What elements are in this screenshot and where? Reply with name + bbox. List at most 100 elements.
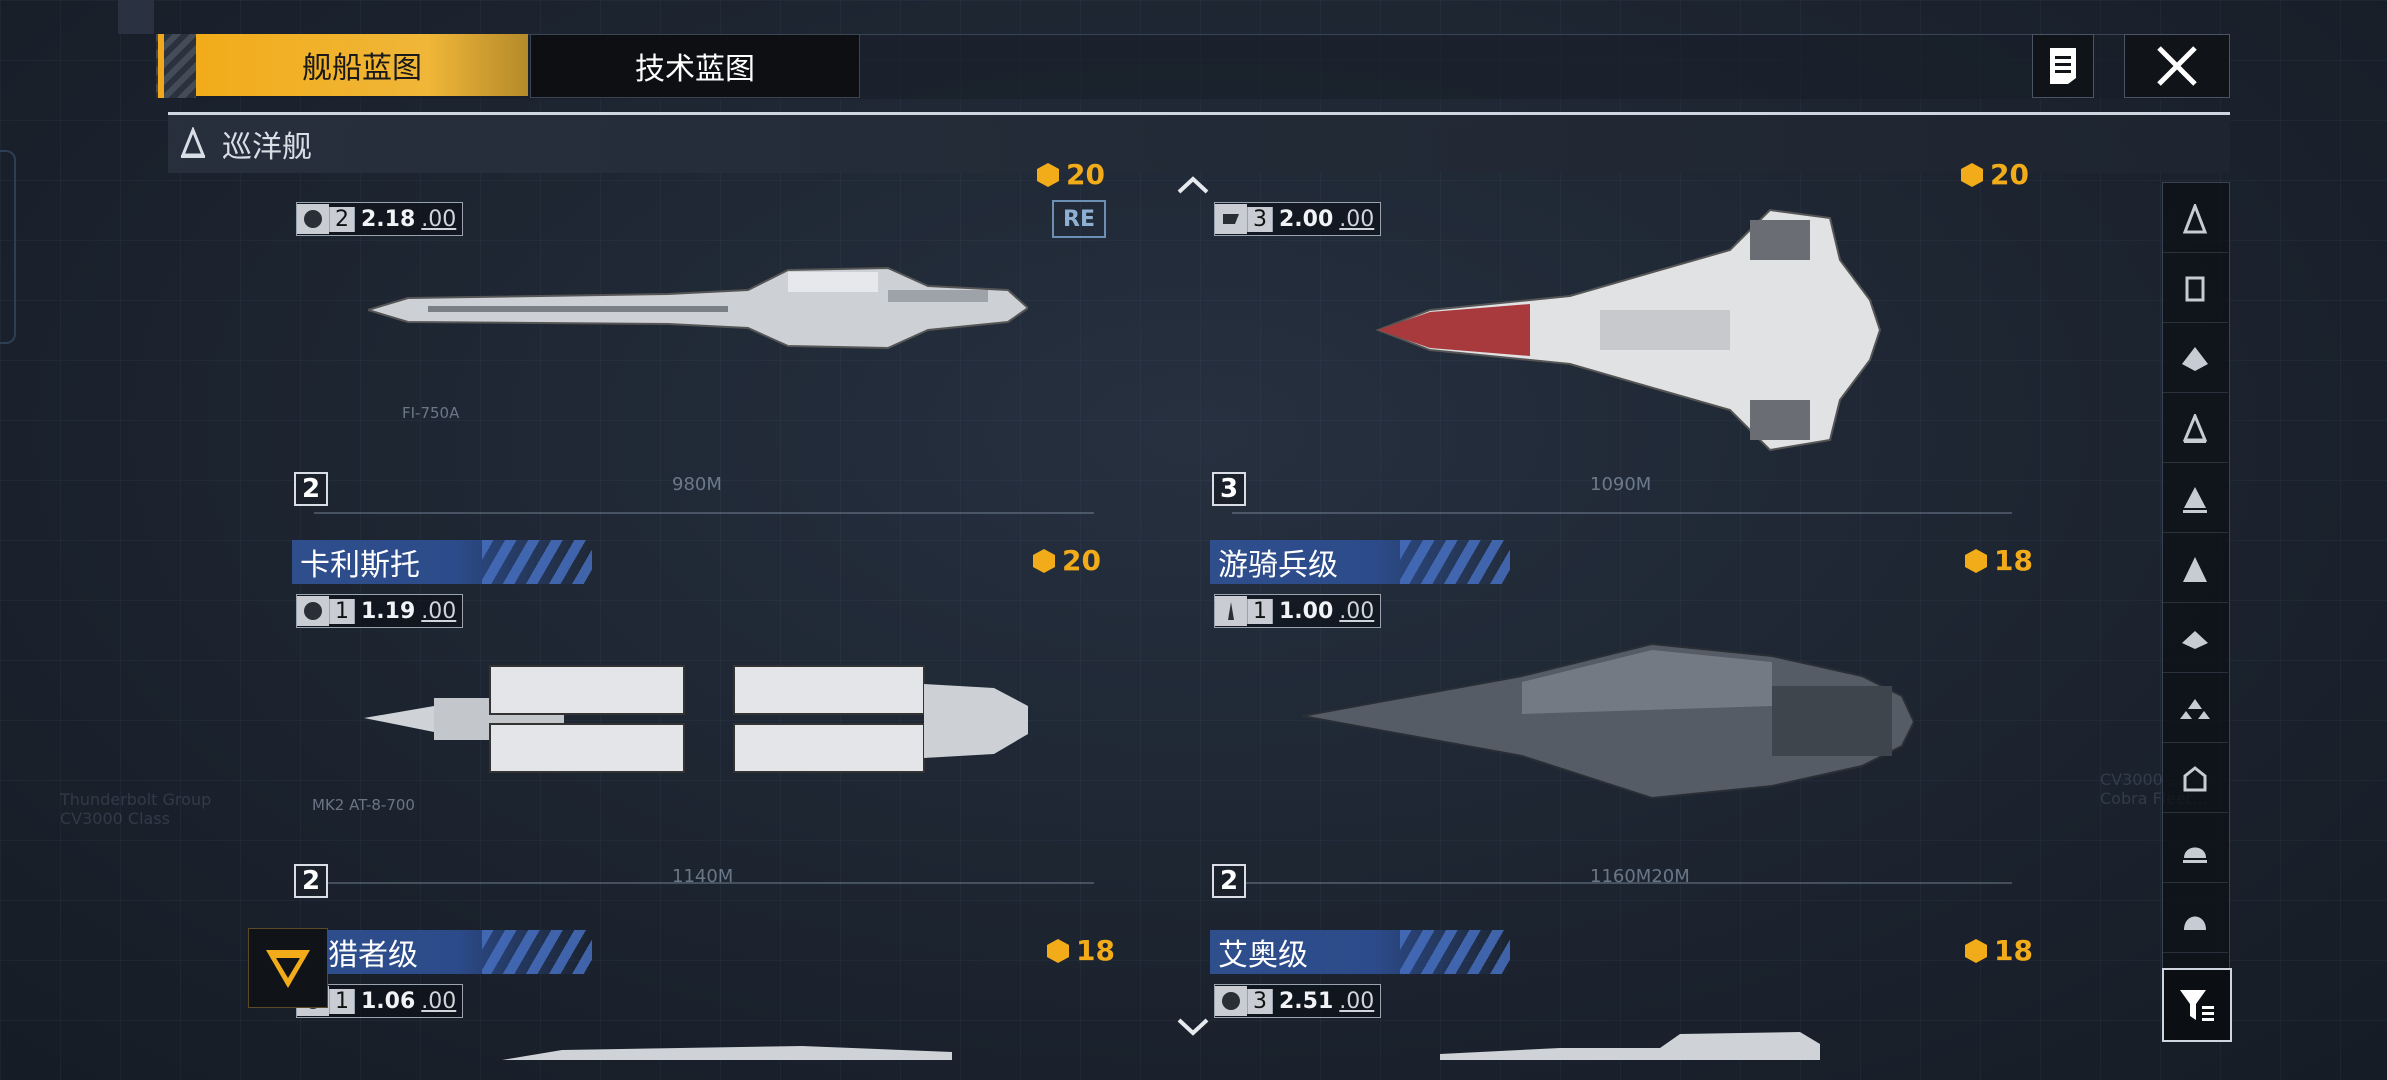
document-button[interactable] [2032, 34, 2094, 98]
manufacturer-icon [1215, 596, 1247, 626]
ship-model [1375, 208, 1882, 452]
ship-value: 1.19 [361, 598, 416, 624]
ship-length: 1140M [672, 866, 734, 887]
ship-value: 2.51 [1279, 988, 1334, 1014]
frigate-icon [2185, 276, 2205, 302]
ship-model [1302, 642, 1914, 800]
blueprint-cost: 20 [1958, 158, 2029, 191]
manufacturer-icon [297, 204, 329, 234]
ship-model [368, 266, 1028, 350]
ship-value: 1.00 [1279, 598, 1334, 624]
ship-card[interactable]: 艾奥级 18 3 2.51 .00 [1210, 930, 2033, 1060]
tab-accent [158, 34, 164, 98]
ship-name-plate: 猎者级 [292, 930, 592, 974]
ship-name: 猎者级 [328, 938, 418, 973]
filter-dreadnought[interactable] [2162, 746, 2228, 813]
cost-value: 18 [1994, 544, 2033, 577]
filter-icon [2180, 990, 2214, 1021]
close-button[interactable] [2124, 34, 2230, 98]
filter-auxiliary[interactable] [2162, 816, 2228, 883]
ship-tier: 1 [329, 598, 355, 624]
tab-tech-blueprint[interactable]: 技术蓝图 [530, 34, 860, 98]
filter-button[interactable] [2162, 968, 2232, 1042]
battlecruiser-icon [2183, 487, 2207, 513]
blueprint-cost: 18 [1962, 544, 2033, 577]
document-icon [2050, 48, 2076, 84]
blueprint-token-icon [1037, 162, 1059, 187]
filter-battleship[interactable] [2162, 536, 2228, 603]
filter-frigate-1[interactable] [2162, 186, 2228, 253]
blueprint-baseline [1232, 512, 2012, 514]
ship-name-plate: 游骑兵级 [1210, 540, 1510, 584]
blueprint-token-icon [1047, 938, 1069, 963]
cost-value: 20 [1062, 544, 1101, 577]
ship-value: 2.18 [361, 206, 416, 232]
ship-card[interactable]: 20 2 2.18 .00 RE 980M FI-750A 2 [292, 150, 1106, 520]
ship-name-plate: 卡利斯托 [292, 540, 592, 584]
blueprint-cost: 20 [1034, 158, 1105, 191]
tab-label: 舰船蓝图 [302, 51, 422, 86]
carrier-icon [2180, 699, 2210, 719]
blueprint-cost: 20 [1030, 544, 1101, 577]
ship-name: 艾奥级 [1218, 938, 1308, 973]
manufacturer-icon [1215, 204, 1247, 234]
ship-stat: 2 2.18 .00 [296, 202, 464, 236]
filter-capital[interactable] [2162, 886, 2228, 953]
ship-tier: 3 [1247, 988, 1273, 1014]
ship-value-decimal: .00 [1339, 598, 1375, 624]
ship-name-plate: 艾奥级 [1210, 930, 1510, 974]
filter-frigate-2[interactable] [2162, 256, 2228, 323]
filter-carrier-1[interactable] [2162, 606, 2228, 673]
collapse-toggle-button[interactable] [248, 928, 328, 1008]
filter-destroyer[interactable] [2162, 326, 2228, 393]
capital-icon [2184, 916, 2206, 930]
blueprint-baseline [314, 512, 1094, 514]
ship-value-decimal: .00 [1339, 988, 1375, 1014]
manufacturer-icon [1215, 986, 1247, 1016]
dreadnought-icon [2183, 766, 2207, 792]
ship-value-decimal: .00 [421, 206, 457, 232]
ship-tier: 1 [329, 988, 355, 1014]
corner-mark [118, 0, 154, 34]
filter-battlecruiser[interactable] [2162, 466, 2228, 533]
ship-stat: 3 2.00 .00 [1214, 202, 1382, 236]
ship-value: 1.06 [361, 988, 416, 1014]
cruiser-icon [180, 127, 206, 158]
blueprint-token-icon [1961, 162, 1983, 187]
re-badge: RE [1052, 200, 1106, 238]
tier-badge: 2 [294, 864, 328, 898]
tab-ship-blueprint[interactable]: 舰船蓝图 [196, 34, 528, 96]
ship-model-code: MK2 AT-8-700 [312, 796, 415, 814]
ship-card[interactable]: 猎者级 18 1 1.06 .00 [292, 930, 1115, 1060]
filter-cruiser[interactable] [2162, 396, 2228, 463]
blueprint-token-icon [1033, 548, 1055, 573]
tier-badge: 2 [294, 472, 328, 506]
ship-value: 2.00 [1279, 206, 1334, 232]
ship-card[interactable]: 游骑兵级 18 1 1.00 .00 1160M20M 2 [1210, 540, 2033, 910]
tab-label: 技术蓝图 [635, 52, 755, 87]
ship-card[interactable]: 卡利斯托 20 1 1.19 .00 1140M MK2 AT-8-700 2 [292, 540, 1102, 910]
scroll-up-icon[interactable] [1176, 174, 1210, 196]
ship-length: 1160M20M [1590, 866, 1690, 887]
ship-length: 1090M [1590, 474, 1652, 495]
auxiliary-icon [2183, 847, 2207, 863]
triangle-down-icon [266, 950, 310, 988]
frigate-icon [2182, 204, 2208, 234]
cost-value: 20 [1990, 158, 2029, 191]
left-edge-handle[interactable] [0, 150, 16, 344]
ship-tier: 1 [1247, 598, 1273, 624]
tier-badge: 3 [1212, 472, 1246, 506]
scroll-down-icon[interactable] [1176, 1016, 1210, 1038]
ship-tier: 2 [329, 206, 355, 232]
cost-value: 20 [1066, 158, 1105, 191]
ship-stat: 1 1.19 .00 [296, 594, 464, 628]
blueprint-token-icon [1965, 548, 1987, 573]
blueprint-token-icon [1965, 938, 1987, 963]
blueprint-cost: 18 [1044, 934, 1115, 967]
bg-ghost-text: Thunderbolt Group CV3000 Class [60, 790, 212, 828]
cost-value: 18 [1076, 934, 1115, 967]
ship-stat: 3 2.51 .00 [1214, 984, 1382, 1018]
ship-card[interactable]: 20 3 2.00 .00 1090M 3 [1210, 150, 2029, 520]
filter-carrier-2[interactable] [2162, 676, 2228, 743]
ship-value-decimal: .00 [421, 598, 457, 624]
